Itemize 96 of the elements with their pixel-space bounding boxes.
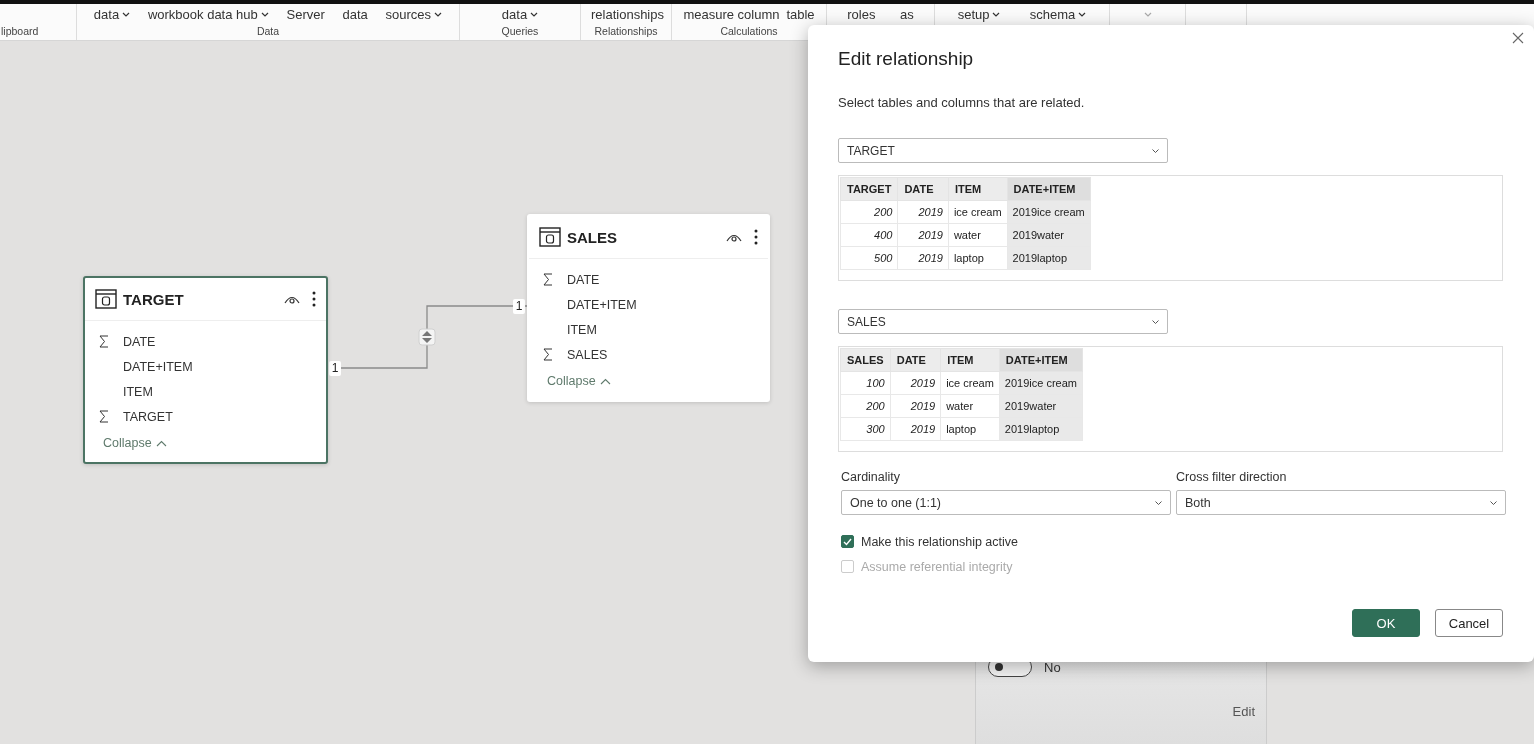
ribbon-command[interactable]: sources bbox=[383, 6, 445, 22]
table-dropdown[interactable]: SALES bbox=[838, 309, 1168, 334]
table-cell: 200 bbox=[840, 394, 891, 418]
chevron-down-icon bbox=[260, 11, 269, 17]
table-cell: laptop bbox=[940, 417, 1000, 441]
ribbon-command[interactable]: setup bbox=[955, 6, 1003, 22]
cross-filter-dropdown[interactable]: Both bbox=[1176, 490, 1506, 515]
checkbox-label: Make this relationship active bbox=[861, 534, 1019, 549]
column-header[interactable]: DATE+ITEM bbox=[1007, 177, 1091, 201]
ribbon-command[interactable]: workbook data hub bbox=[145, 6, 271, 22]
chevron-up-icon bbox=[155, 439, 167, 447]
cardinality-label: Cardinality bbox=[841, 470, 902, 484]
table-title: SALES bbox=[567, 228, 618, 246]
ribbon-command[interactable]: measure column bbox=[681, 6, 782, 22]
field-name[interactable]: DATE bbox=[123, 334, 156, 349]
column-header[interactable]: ITEM bbox=[940, 348, 1000, 372]
table-cell: 2019 bbox=[897, 200, 949, 224]
ribbon-command[interactable]: as bbox=[898, 6, 916, 22]
cardinality-label: 1 bbox=[329, 361, 341, 376]
column-header[interactable]: DATE bbox=[897, 177, 949, 201]
chevron-down-icon bbox=[434, 11, 443, 17]
table-cell: water bbox=[940, 394, 1000, 418]
table-dropdown[interactable]: TARGET bbox=[838, 138, 1168, 163]
table-cell: 2019 bbox=[890, 417, 941, 441]
ribbon-command[interactable]: data bbox=[91, 6, 133, 22]
field-name[interactable]: DATE bbox=[567, 272, 600, 287]
collapse-button[interactable]: Collapse bbox=[85, 432, 185, 454]
ribbon-command[interactable]: schema bbox=[1027, 6, 1089, 22]
table-cell: 2019 bbox=[890, 394, 941, 418]
table-icon bbox=[539, 227, 561, 247]
dialog-title: Edit relationship bbox=[838, 47, 975, 71]
chevron-down-icon bbox=[1078, 11, 1087, 17]
chevron-down-icon bbox=[122, 11, 131, 17]
field-name[interactable]: TARGET bbox=[123, 409, 173, 424]
table-cell: 100 bbox=[840, 371, 891, 395]
table-cell: 400 bbox=[840, 223, 898, 247]
column-header[interactable]: DATE+ITEM bbox=[999, 348, 1083, 372]
eye-icon[interactable] bbox=[284, 294, 300, 304]
more-icon[interactable] bbox=[312, 291, 316, 307]
ribbon-command[interactable]: roles bbox=[845, 6, 878, 22]
table-cell: 300 bbox=[840, 417, 891, 441]
ribbon-command[interactable]: data bbox=[499, 6, 541, 22]
field-name[interactable]: SALES bbox=[567, 347, 608, 362]
checkbox[interactable] bbox=[841, 535, 854, 548]
ribbon-group-label: lipboard bbox=[0, 24, 40, 39]
column-header[interactable]: SALES bbox=[840, 348, 891, 372]
toggle-label: No bbox=[1044, 659, 1061, 675]
table-cell: 2019 bbox=[897, 246, 949, 270]
edit-link[interactable]: Edit bbox=[1232, 704, 1255, 719]
column-header[interactable]: DATE bbox=[890, 348, 941, 372]
ribbon-command[interactable]: Server bbox=[284, 6, 327, 22]
ribbon-command[interactable]: table bbox=[784, 6, 817, 22]
more-icon[interactable] bbox=[754, 229, 758, 245]
ribbon-group-label: Data bbox=[255, 24, 281, 39]
ribbon-command[interactable]: relationships bbox=[589, 6, 666, 22]
column-header[interactable]: TARGET bbox=[840, 177, 898, 201]
table-card[interactable]: SALES DATE DATE+ITEM ITEM SALES Collapse bbox=[527, 214, 770, 402]
field-name[interactable]: DATE+ITEM bbox=[567, 297, 637, 312]
chevron-up-icon bbox=[599, 377, 611, 385]
cross-filter-both-icon bbox=[418, 328, 436, 346]
chevron-down-icon bbox=[530, 11, 539, 17]
checkbox-label: Assume referential integrity bbox=[861, 559, 1013, 574]
table-title: TARGET bbox=[123, 290, 185, 308]
dialog-subtitle: Select tables and columns that are related. bbox=[838, 95, 1086, 110]
table-cell: 2019 bbox=[890, 371, 941, 395]
eye-icon[interactable] bbox=[726, 232, 742, 242]
table-cell: laptop bbox=[948, 246, 1008, 270]
collapse-button[interactable]: Collapse bbox=[529, 370, 629, 392]
cross-filter-label: Cross filter direction bbox=[1176, 470, 1288, 484]
ok-button[interactable]: OK bbox=[1352, 609, 1420, 637]
table-cell: 500 bbox=[840, 246, 898, 270]
table-card[interactable]: TARGET DATE DATE+ITEM ITEM TARGET Collapse bbox=[83, 276, 328, 464]
column-header[interactable]: ITEM bbox=[948, 177, 1008, 201]
field-name[interactable]: ITEM bbox=[567, 322, 597, 337]
cancel-button[interactable]: Cancel bbox=[1435, 609, 1503, 637]
field-name[interactable]: DATE+ITEM bbox=[123, 359, 193, 374]
chevron-down-icon bbox=[1143, 11, 1152, 17]
ribbon-command[interactable]: data bbox=[340, 6, 370, 22]
field-name[interactable]: ITEM bbox=[123, 384, 153, 399]
table-icon bbox=[95, 289, 117, 309]
chevron-down-icon bbox=[1152, 148, 1159, 153]
table-cell: ice cream bbox=[948, 200, 1008, 224]
close-icon[interactable] bbox=[1512, 32, 1524, 44]
chevron-down-icon bbox=[992, 11, 1001, 17]
chevron-down-icon bbox=[1152, 319, 1159, 324]
table-cell: 200 bbox=[840, 200, 898, 224]
cardinality-dropdown[interactable]: One to one (1:1) bbox=[841, 490, 1171, 515]
table-cell: 2019 bbox=[897, 223, 949, 247]
table-cell: ice cream bbox=[940, 371, 1000, 395]
ribbon-group-label: Queries bbox=[500, 24, 540, 39]
ribbon-group-label: Calculations bbox=[719, 24, 779, 39]
ribbon-group-label: Relationships bbox=[593, 24, 659, 39]
chevron-down-icon bbox=[1155, 500, 1162, 505]
table-cell: water bbox=[948, 223, 1008, 247]
chevron-down-icon bbox=[1490, 500, 1497, 505]
cardinality-label: 1 bbox=[513, 299, 525, 314]
